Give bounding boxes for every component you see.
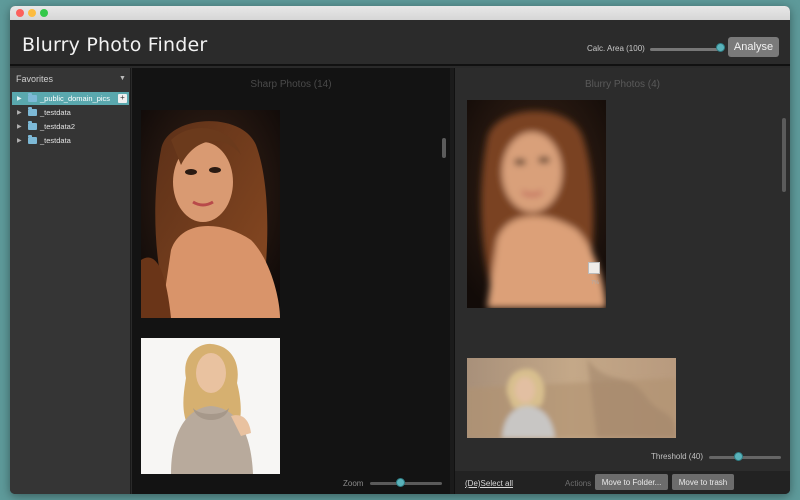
- zoom-slider-knob[interactable]: [396, 478, 405, 487]
- minimize-window-button[interactable]: [28, 9, 36, 17]
- select-checkbox[interactable]: [588, 262, 600, 274]
- zoom-slider-track[interactable]: [370, 482, 442, 485]
- move-to-trash-button[interactable]: Move to trash: [672, 474, 734, 490]
- favorites-sidebar: Favorites ▼ ▶ _public_domain_pics + ▶ _t…: [10, 68, 131, 494]
- blurry-photo-thumbnail[interactable]: [467, 358, 676, 438]
- sidebar-item-testdata-2[interactable]: ▶ _testdata: [12, 134, 129, 147]
- favorites-header[interactable]: Favorites ▼: [10, 68, 131, 88]
- sidebar-item-label: _testdata: [40, 136, 71, 145]
- blurry-panel-scrollbar[interactable]: [782, 118, 786, 192]
- app-window: Blurry Photo Finder Calc. Area (100) Ana…: [10, 6, 790, 494]
- sharp-photos-panel: Sharp Photos (14) Zoom: [132, 68, 450, 494]
- chevron-down-icon[interactable]: ▼: [119, 75, 126, 82]
- analyse-button[interactable]: Analyse: [728, 37, 779, 57]
- calc-area-slider-track[interactable]: [650, 48, 720, 51]
- sharp-photo-thumbnail[interactable]: [141, 338, 280, 474]
- disclosure-triangle-icon[interactable]: ▶: [17, 95, 22, 102]
- sidebar-item-label: _testdata2: [40, 122, 76, 131]
- sharp-photos-title: Sharp Photos (14): [250, 79, 332, 90]
- close-window-button[interactable]: [16, 9, 24, 17]
- folder-icon: [28, 135, 37, 144]
- disclosure-triangle-icon[interactable]: ▶: [17, 123, 22, 130]
- folder-icon: [28, 121, 37, 130]
- sharp-photo-thumbnail[interactable]: [141, 110, 280, 318]
- folder-icon: [28, 93, 37, 102]
- zoom-label: Zoom: [343, 479, 364, 488]
- threshold-slider-track[interactable]: [709, 456, 781, 459]
- calc-area-slider-knob[interactable]: [716, 43, 725, 52]
- favorites-title: Favorites: [16, 74, 54, 84]
- disclosure-triangle-icon[interactable]: ▶: [17, 109, 22, 116]
- actions-bar: (De)Select all Actions Move to Folder...…: [455, 471, 790, 494]
- blurry-photo-thumbnail[interactable]: [467, 100, 606, 308]
- threshold-slider-knob[interactable]: [734, 452, 743, 461]
- sidebar-item-testdata[interactable]: ▶ _testdata: [12, 106, 129, 119]
- zoom-window-button[interactable]: [40, 9, 48, 17]
- blurry-photos-panel: Blurry Photos (4) 7% Threshold (40) (De)…: [454, 68, 790, 494]
- add-icon[interactable]: +: [118, 94, 127, 103]
- sidebar-item-label: _testdata: [40, 108, 71, 117]
- disclosure-triangle-icon[interactable]: ▶: [17, 137, 22, 144]
- blurry-photos-title: Blurry Photos (4): [584, 79, 661, 90]
- sidebar-item-label: _public_domain_pics: [40, 94, 111, 103]
- threshold-label: Threshold (40): [651, 452, 704, 461]
- sidebar-item-public-domain-pics[interactable]: ▶ _public_domain_pics +: [12, 92, 129, 105]
- folder-icon: [28, 107, 37, 116]
- deselect-all-link[interactable]: (De)Select all: [465, 479, 513, 488]
- app-header: Blurry Photo Finder Calc. Area (100) Ana…: [10, 20, 790, 66]
- sharp-panel-scrollbar[interactable]: [442, 138, 446, 158]
- window-titlebar[interactable]: [10, 6, 790, 20]
- blur-score-text: 7%: [591, 280, 599, 286]
- calc-area-label: Calc. Area (100): [587, 44, 645, 53]
- app-title: Blurry Photo Finder: [22, 34, 208, 56]
- actions-label: Actions: [565, 479, 592, 488]
- move-to-folder-button[interactable]: Move to Folder...: [595, 474, 668, 490]
- sidebar-item-testdata2[interactable]: ▶ _testdata2: [12, 120, 129, 133]
